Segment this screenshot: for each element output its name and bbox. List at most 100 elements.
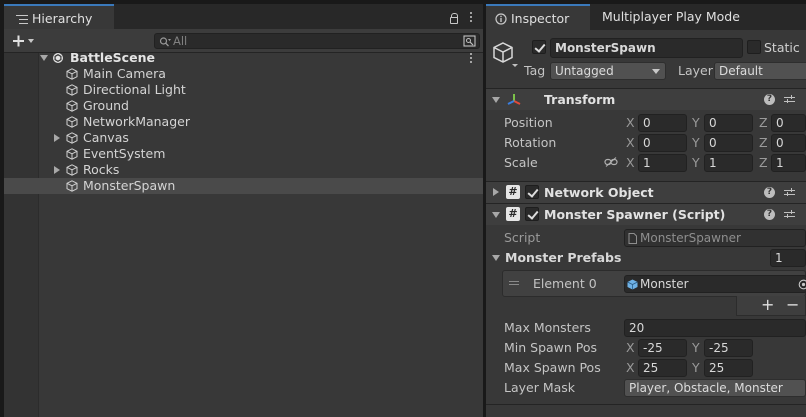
- rotation-y-field[interactable]: 0: [704, 134, 753, 152]
- monster-spawner-header[interactable]: # Monster Spawner (Script) ?: [486, 203, 806, 225]
- hierarchy-item-event-system[interactable]: EventSystem: [4, 146, 483, 162]
- help-icon[interactable]: ?: [764, 187, 775, 198]
- more-menu-icon[interactable]: [470, 12, 473, 23]
- list-icon: [16, 15, 28, 24]
- plus-icon: [13, 35, 34, 47]
- rotation-y-label: Y: [692, 135, 700, 150]
- hierarchy-item-main-camera[interactable]: Main Camera: [4, 66, 483, 82]
- hierarchy-item-network-manager[interactable]: NetworkManager: [4, 114, 483, 130]
- tag-label: Tag: [524, 63, 546, 78]
- tab-multiplayer-label: Multiplayer Play Mode: [602, 9, 740, 24]
- settings-sliders-icon[interactable]: [784, 94, 795, 105]
- static-checkbox[interactable]: [747, 40, 761, 54]
- scale-x-label: X: [626, 155, 635, 170]
- tag-value: Untagged: [555, 64, 614, 78]
- rotation-x-field[interactable]: 0: [638, 134, 687, 152]
- scene-name: BattleScene: [70, 50, 155, 65]
- hierarchy-item-directional-light[interactable]: Directional Light: [4, 82, 483, 98]
- element-0-field[interactable]: Monster: [624, 275, 806, 293]
- expand-arrow-icon[interactable]: [54, 166, 60, 174]
- max-spawn-x-field[interactable]: 25: [638, 359, 687, 377]
- search-placeholder: All: [173, 34, 188, 48]
- rotation-z-field[interactable]: 0: [771, 134, 806, 152]
- gameobject-cube-icon: [66, 180, 78, 192]
- help-icon[interactable]: ?: [764, 209, 775, 220]
- script-hash-icon: #: [506, 207, 520, 221]
- lock-icon[interactable]: [450, 13, 458, 24]
- search-icon: [159, 37, 171, 47]
- active-checkbox[interactable]: [532, 40, 546, 54]
- monster-prefabs-count-field[interactable]: 1: [770, 249, 806, 267]
- transform-title: Transform: [544, 92, 616, 107]
- add-element-button[interactable]: +: [761, 296, 774, 314]
- tag-dropdown[interactable]: Untagged: [550, 62, 666, 80]
- tab-multiplayer-play-mode[interactable]: Multiplayer Play Mode: [590, 4, 806, 30]
- monster-prefabs-fold-icon[interactable]: [492, 255, 500, 261]
- chevron-down-icon: [652, 69, 660, 74]
- search-input[interactable]: All: [154, 33, 480, 49]
- position-z-field[interactable]: 0: [771, 114, 806, 132]
- position-y-label: Y: [692, 115, 700, 130]
- expand-arrow-icon[interactable]: [54, 134, 60, 142]
- help-icon[interactable]: ?: [764, 94, 775, 105]
- gameobject-cube-icon: [66, 100, 78, 112]
- remove-element-button[interactable]: −: [786, 296, 799, 314]
- drag-handle-line: [509, 284, 519, 285]
- hierarchy-item-label: NetworkManager: [83, 114, 190, 129]
- script-field: MonsterSpawner: [624, 229, 806, 247]
- create-button[interactable]: [12, 31, 40, 51]
- monster-spawner-fold-icon[interactable]: [492, 212, 500, 218]
- gameobject-large-icon[interactable]: [492, 40, 520, 68]
- position-x-label: X: [626, 115, 635, 130]
- monster-prefabs-label[interactable]: Monster Prefabs: [505, 250, 621, 266]
- rotation-x-label: X: [626, 135, 635, 150]
- info-icon: [495, 13, 507, 25]
- search-options-icon[interactable]: [463, 35, 476, 47]
- inspector-panel: Inspector Multiplayer Play Mode MonsterS…: [486, 4, 806, 417]
- tab-hierarchy-label: Hierarchy: [32, 11, 93, 26]
- tab-inspector[interactable]: Inspector: [486, 4, 590, 30]
- hierarchy-item-label: MonsterSpawn: [83, 178, 176, 193]
- network-object-title: Network Object: [544, 185, 654, 200]
- scene-fold-icon[interactable]: [40, 55, 48, 61]
- network-object-fold-icon[interactable]: [493, 188, 499, 196]
- layer-mask-value: Player, Obstacle, Monster: [629, 381, 783, 395]
- scene-row[interactable]: BattleScene: [4, 50, 483, 66]
- max-spawn-y-field[interactable]: 25: [704, 359, 753, 377]
- settings-sliders-icon[interactable]: [784, 187, 795, 198]
- max-monsters-field[interactable]: 20: [624, 319, 806, 337]
- transform-fold-icon[interactable]: [492, 97, 500, 103]
- object-picker-icon[interactable]: [798, 279, 806, 290]
- prefab-icon: [627, 279, 638, 290]
- transform-header[interactable]: Transform ?: [486, 88, 806, 110]
- layer-dropdown[interactable]: Default: [714, 62, 806, 80]
- scale-y-field[interactable]: 1: [704, 154, 753, 172]
- script-label: Script: [504, 230, 541, 245]
- position-x-field[interactable]: 0: [638, 114, 687, 132]
- link-icon[interactable]: [604, 157, 618, 167]
- network-object-enabled-checkbox[interactable]: [525, 185, 539, 199]
- network-object-header[interactable]: # Network Object ?: [486, 181, 806, 203]
- inspector-tabbar: Inspector Multiplayer Play Mode: [486, 4, 806, 30]
- hierarchy-item-monster-spawn[interactable]: MonsterSpawn: [4, 178, 483, 194]
- min-spawn-x-field[interactable]: -25: [638, 339, 687, 357]
- settings-sliders-icon[interactable]: [784, 209, 795, 220]
- tab-hierarchy[interactable]: Hierarchy: [4, 4, 114, 30]
- drag-handle-icon[interactable]: [509, 281, 519, 282]
- monster-spawner-enabled-checkbox[interactable]: [525, 207, 539, 221]
- max-spawn-x-label: X: [626, 360, 635, 375]
- scale-x-field[interactable]: 1: [638, 154, 687, 172]
- position-y-field[interactable]: 0: [704, 114, 753, 132]
- script-file-icon: [628, 233, 637, 244]
- hierarchy-item-ground[interactable]: Ground: [4, 98, 483, 114]
- object-name-field[interactable]: MonsterSpawn: [550, 38, 743, 58]
- hierarchy-item-canvas[interactable]: Canvas: [4, 130, 483, 146]
- transform-axes-icon: [507, 94, 521, 105]
- scene-menu-icon[interactable]: [470, 53, 473, 64]
- hierarchy-item-label: Directional Light: [83, 82, 186, 97]
- min-spawn-y-field[interactable]: -25: [704, 339, 753, 357]
- min-spawn-pos-label: Min Spawn Pos: [504, 340, 598, 355]
- hierarchy-item-rocks[interactable]: Rocks: [4, 162, 483, 178]
- layer-mask-dropdown[interactable]: Player, Obstacle, Monster: [624, 379, 806, 397]
- scale-z-field[interactable]: 1: [771, 154, 806, 172]
